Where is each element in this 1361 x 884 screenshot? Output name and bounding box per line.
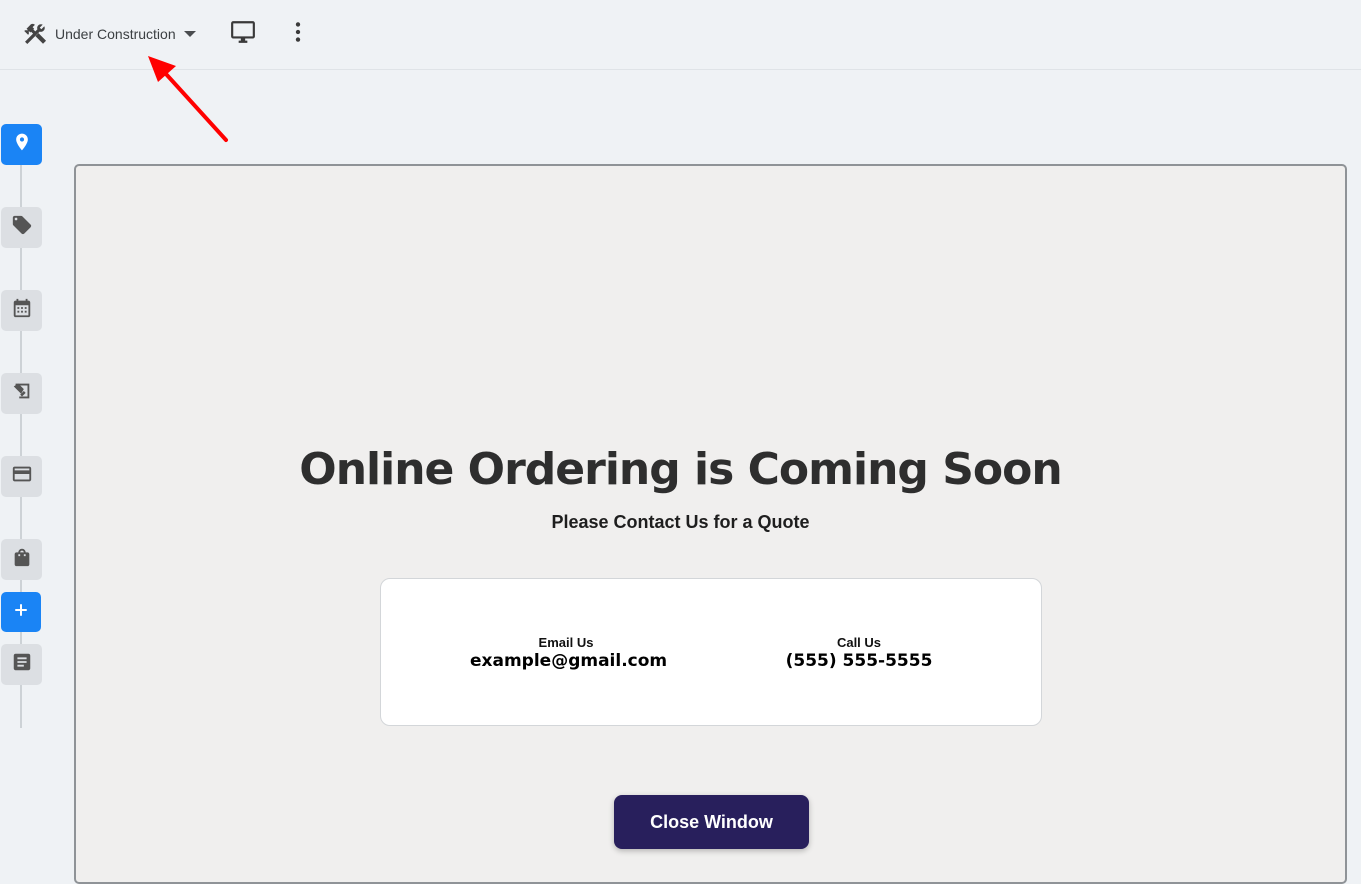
site-status-label: Under Construction bbox=[55, 26, 176, 42]
close-window-button[interactable]: Close Window bbox=[614, 795, 809, 849]
more-vert-icon bbox=[285, 19, 311, 50]
contact-card: Email Us example@gmail.com Call Us (555)… bbox=[380, 578, 1042, 726]
step-products[interactable] bbox=[1, 539, 42, 580]
tag-icon bbox=[11, 214, 33, 241]
plus-icon bbox=[14, 603, 28, 622]
tools-icon bbox=[20, 19, 50, 49]
location-pin-icon bbox=[12, 132, 32, 157]
phone-caption: Call Us bbox=[836, 635, 882, 650]
phone-link[interactable]: (555) 555-5555 bbox=[774, 651, 944, 671]
site-status-dropdown[interactable]: Under Construction bbox=[20, 18, 196, 50]
step-schedule[interactable] bbox=[1, 290, 42, 331]
email-caption: Email Us bbox=[538, 635, 594, 650]
step-design[interactable] bbox=[1, 373, 42, 414]
chevron-down-icon bbox=[183, 31, 196, 37]
step-location[interactable] bbox=[1, 124, 42, 165]
shopping-bag-icon bbox=[11, 546, 33, 573]
step-summary[interactable] bbox=[1, 644, 42, 685]
add-step-button[interactable] bbox=[1, 592, 41, 632]
page-subtitle: Please Contact Us for a Quote bbox=[551, 512, 810, 532]
more-options-button[interactable] bbox=[282, 18, 314, 50]
email-contact: Email Us example@gmail.com bbox=[470, 635, 667, 671]
annotation-arrow-icon bbox=[148, 56, 228, 142]
desktop-icon bbox=[230, 19, 256, 50]
calendar-icon bbox=[11, 297, 33, 324]
document-icon bbox=[11, 651, 33, 678]
desktop-preview-button[interactable] bbox=[227, 18, 259, 50]
email-link[interactable]: example@gmail.com bbox=[470, 651, 667, 671]
page-title: Online Ordering is Coming Soon bbox=[299, 444, 1062, 495]
design-tool-icon bbox=[11, 380, 33, 407]
phone-contact: Call Us (555) 555-5555 bbox=[774, 635, 944, 671]
step-pricing[interactable] bbox=[1, 207, 42, 248]
